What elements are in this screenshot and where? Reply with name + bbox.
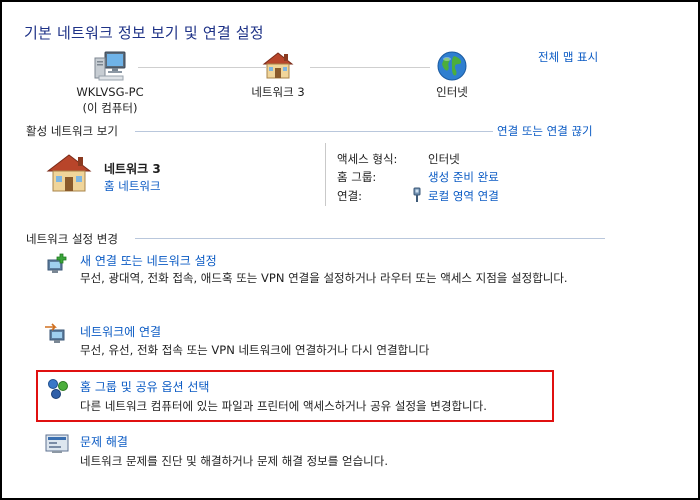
active-network-heading: 활성 네트워크 보기	[26, 124, 118, 138]
home-network-icon	[44, 151, 94, 195]
internet-node-name: 인터넷	[436, 85, 468, 99]
connect-disconnect-link[interactable]: 연결 또는 연결 끊기	[497, 123, 593, 139]
new-connection-link[interactable]: 새 연결 또는 네트워크 설정	[80, 252, 217, 269]
computer-note: (이 컴퓨터)	[82, 101, 138, 115]
computer-icon[interactable]	[93, 50, 127, 82]
ethernet-icon	[411, 187, 423, 203]
new-connection-desc: 무선, 광대역, 전화 접속, 애드혹 또는 VPN 연결을 설정하거나 라우터…	[80, 271, 568, 285]
computer-name: WKLVSG-PC	[76, 85, 144, 99]
active-info-divider	[325, 143, 326, 206]
homegroup-sharing-icon[interactable]	[46, 378, 70, 400]
local-area-connection-link[interactable]: 로컬 영역 연결	[428, 188, 499, 204]
network-node-name: 네트워크 3	[251, 85, 305, 99]
access-type-label: 액세스 형식:	[337, 152, 398, 166]
full-map-link[interactable]: 전체 맵 표시	[538, 49, 598, 65]
house-icon[interactable]	[260, 50, 296, 80]
homegroup-sharing-desc: 다른 네트워크 컴퓨터에 있는 파일과 프린터에 액세스하거나 공유 설정을 변…	[80, 399, 487, 413]
troubleshoot-desc: 네트워크 문제를 진단 및 해결하거나 문제 해결 정보를 얻습니다.	[80, 454, 388, 468]
troubleshoot-icon[interactable]	[44, 433, 70, 455]
homegroup-link[interactable]: 생성 준비 완료	[428, 169, 499, 185]
active-section-divider	[135, 131, 493, 132]
new-connection-icon[interactable]	[44, 252, 70, 276]
connection-label: 연결:	[337, 189, 363, 203]
map-connector-1	[138, 67, 266, 68]
access-type-value: 인터넷	[428, 152, 460, 166]
change-settings-heading: 네트워크 설정 변경	[26, 232, 118, 246]
homegroup-label: 홈 그룹:	[337, 170, 377, 184]
internet-node-label: 인터넷	[402, 84, 502, 100]
troubleshoot-link[interactable]: 문제 해결	[80, 433, 128, 450]
active-network-name: 네트워크 3	[104, 162, 161, 176]
map-connector-2	[310, 67, 430, 68]
change-section-divider	[135, 238, 605, 239]
globe-icon[interactable]	[436, 50, 468, 82]
computer-node-label: WKLVSG-PC (이 컴퓨터)	[60, 84, 160, 116]
connect-to-network-desc: 무선, 유선, 전화 접속 또는 VPN 네트워크에 연결하거나 다시 연결합니…	[80, 343, 430, 357]
connect-network-icon[interactable]	[44, 323, 70, 347]
connect-to-network-link[interactable]: 네트워크에 연결	[80, 323, 161, 340]
page-title: 기본 네트워크 정보 보기 및 연결 설정	[24, 24, 264, 42]
network-map: WKLVSG-PC (이 컴퓨터) 네트워크 3 인터넷	[60, 48, 510, 118]
home-network-link[interactable]: 홈 네트워크	[104, 178, 161, 194]
homegroup-sharing-link[interactable]: 홈 그룹 및 공유 옵션 선택	[80, 378, 209, 395]
network-node-label: 네트워크 3	[228, 84, 328, 100]
